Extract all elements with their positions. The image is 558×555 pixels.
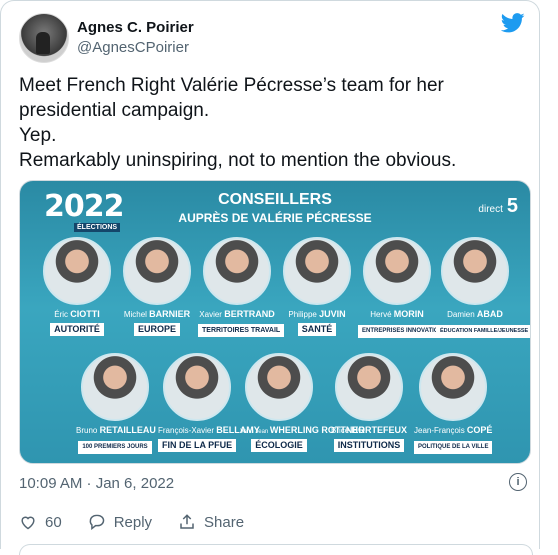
tweet-line: Yep. — [19, 125, 57, 146]
portrait — [81, 353, 149, 421]
share-button[interactable]: Share — [178, 513, 244, 531]
person-card: Bruno RETAILLEAU 100 PREMIERS JOURS — [76, 353, 156, 454]
portrait — [283, 237, 351, 305]
user-handle[interactable]: @AgnesCPoirier — [77, 38, 194, 58]
person-card: Philippe JUVIN SANTÉ — [278, 237, 356, 337]
channel-logo: direct 5 — [478, 195, 518, 217]
share-label: Share — [204, 513, 245, 531]
like-button[interactable]: 60 — [19, 514, 62, 531]
display-name[interactable]: Agnes C. Poirier — [77, 18, 194, 38]
role-label: ÉCOLOGIE — [251, 439, 307, 452]
share-icon — [180, 514, 194, 529]
portrait — [245, 353, 313, 421]
portrait — [441, 237, 509, 305]
person-card: Damien ABAD ÉDUCATION FAMILLE/JEUNESSE — [436, 237, 530, 338]
tweet-text: Meet French Right Valérie Pécresse’s tea… — [19, 73, 519, 173]
tweet-actions: 60 Reply Share — [19, 513, 270, 531]
portrait — [363, 237, 431, 305]
tweet-line: presidential campaign. — [19, 100, 210, 121]
tweet-line: Meet French Right Valérie Pécresse’s tea… — [19, 75, 444, 96]
reply-label: Reply — [113, 513, 153, 531]
person-card: Xavier BERTRAND TERRITOIRES TRAVAIL — [198, 237, 285, 337]
role-label: ENTREPRISES INNOVATION — [358, 325, 447, 338]
twitter-bird-icon[interactable] — [501, 13, 525, 33]
media-title: CONSEILLERS — [218, 191, 332, 208]
portrait — [203, 237, 271, 305]
heart-icon — [21, 516, 35, 530]
role-label: SANTÉ — [297, 323, 337, 336]
role-label: INSTITUTIONS — [333, 439, 405, 452]
reply-button[interactable]: Reply — [88, 514, 152, 531]
role-label: TERRITOIRES TRAVAIL — [198, 324, 285, 337]
portrait — [123, 237, 191, 305]
info-icon[interactable]: i — [509, 473, 527, 491]
portrait — [419, 353, 487, 421]
tweet-header: Agnes C. Poirier @AgnesCPoirier — [19, 13, 194, 63]
person-card: Brice HORTEFEUX INSTITUTIONS — [330, 353, 408, 453]
person-card: François-Xavier BELLAMY FIN DE LA PFUE — [158, 353, 260, 453]
role-label: FIN DE LA PFUE — [158, 439, 237, 452]
portrait — [163, 353, 231, 421]
portrait — [43, 237, 111, 305]
person-card: Hervé MORIN ENTREPRISES INNOVATION — [358, 237, 447, 338]
person-card: Éric CIOTTI AUTORITÉ — [38, 237, 116, 337]
reply-icon — [89, 514, 104, 530]
tweet-line: Remarkably uninspiring, not to mention t… — [19, 150, 457, 171]
role-label: POLITIQUE DE LA VILLE — [414, 441, 493, 454]
tweet-timestamp[interactable]: 10:09 AM · Jan 6, 2022 — [19, 475, 174, 492]
portrait — [335, 353, 403, 421]
avatar[interactable] — [19, 13, 69, 63]
person-card: Michel BARNIER EUROPE — [118, 237, 196, 337]
role-label: AUTORITÉ — [50, 323, 104, 336]
role-label: 100 PREMIERS JOURS — [78, 441, 152, 454]
tweet-media-image[interactable]: 2022 ÉLECTIONS CONSEILLERS AUPRÈS DE VAL… — [19, 180, 531, 464]
like-count: 60 — [45, 513, 62, 531]
tweet-card: Agnes C. Poirier @AgnesCPoirier Meet Fre… — [0, 0, 540, 555]
person-card: Jean-François COPÉ POLITIQUE DE LA VILLE — [414, 353, 493, 454]
person-card: Yann Jean WHERLING ROTTNER ÉCOLOGIE — [240, 353, 365, 453]
next-card-edge — [19, 544, 533, 555]
media-subtitle: AUPRÈS DE VALÉRIE PÉCRESSE — [178, 211, 372, 225]
role-label: EUROPE — [133, 323, 180, 336]
role-label: ÉDUCATION FAMILLE/JEUNESSE — [436, 325, 530, 338]
